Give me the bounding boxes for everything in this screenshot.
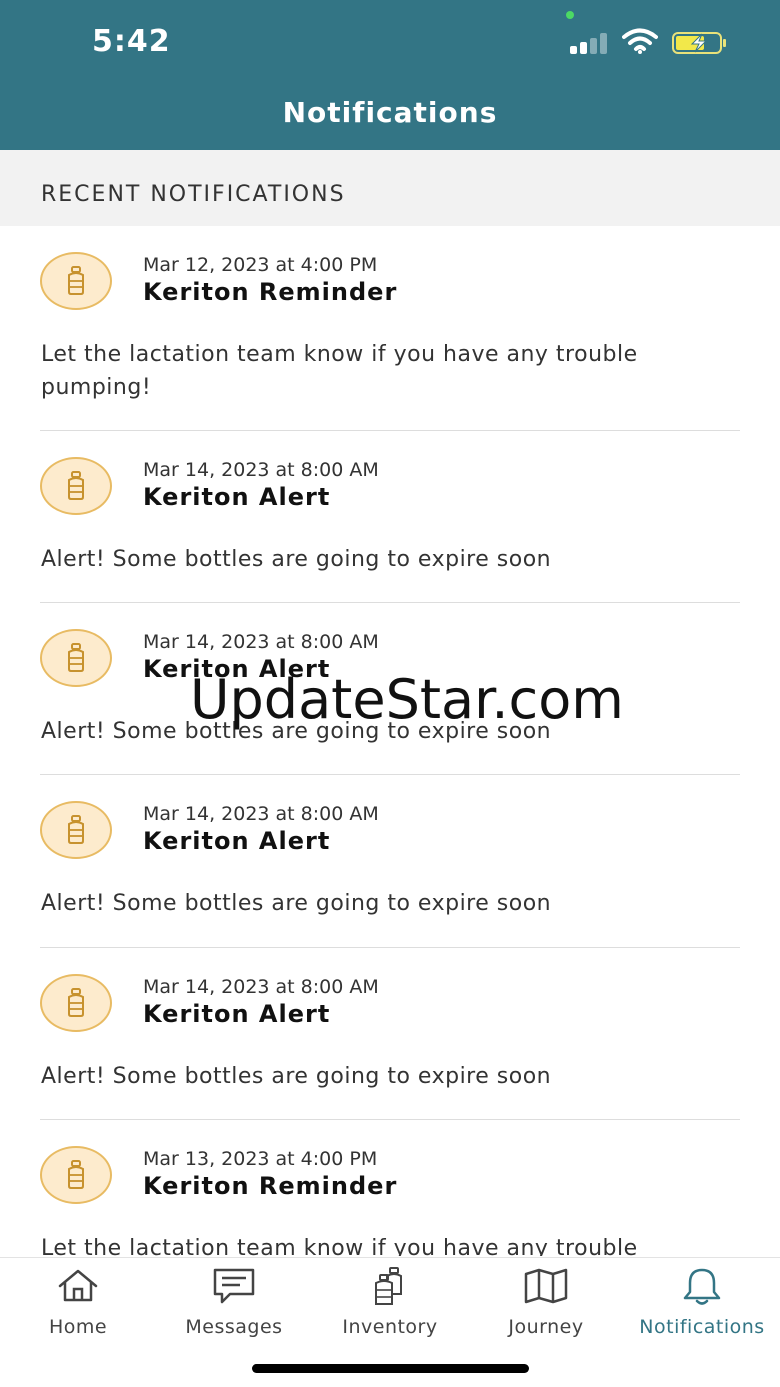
tab-label: Messages xyxy=(185,1316,283,1338)
notification-body: Let the lactation team know if you have … xyxy=(41,342,638,400)
notification-date: Mar 13, 2023 at 4:00 PM xyxy=(143,1148,378,1170)
page-title: Notifications xyxy=(282,96,498,129)
signal-icon xyxy=(570,32,610,54)
notification-body: Alert! Some bottles are going to expire … xyxy=(41,891,552,916)
tab-notifications[interactable]: Notifications xyxy=(624,1258,780,1354)
bell-icon xyxy=(683,1268,721,1305)
notification-title: Keriton Reminder xyxy=(143,278,398,306)
notification-title: Keriton Alert xyxy=(143,827,331,855)
tab-label: Inventory xyxy=(342,1316,438,1338)
home-indicator[interactable] xyxy=(252,1364,529,1373)
notification-item[interactable]: Mar 13, 2023 at 4:00 PM Keriton Reminder… xyxy=(0,1120,780,1256)
map-icon xyxy=(524,1268,568,1304)
notification-title: Keriton Alert xyxy=(143,483,331,511)
tab-messages[interactable]: Messages xyxy=(156,1258,312,1354)
privacy-indicator-dot xyxy=(566,11,574,19)
bottle-icon xyxy=(40,629,112,687)
bottle-icon xyxy=(40,974,112,1032)
tab-label: Notifications xyxy=(639,1316,765,1338)
tab-label: Home xyxy=(48,1316,108,1338)
tab-inventory[interactable]: Inventory xyxy=(312,1258,468,1354)
notification-title: Keriton Alert xyxy=(143,1000,331,1028)
bottle-icon xyxy=(40,457,112,515)
watermark: UpdateStar.com xyxy=(190,668,624,731)
message-icon xyxy=(213,1268,255,1304)
home-icon xyxy=(58,1269,98,1302)
tab-journey[interactable]: Journey xyxy=(468,1258,624,1354)
notification-item[interactable]: Mar 14, 2023 at 8:00 AM Keriton Alert Al… xyxy=(0,948,780,1120)
tab-home[interactable]: Home xyxy=(0,1258,156,1354)
notification-title: Keriton Reminder xyxy=(143,1172,398,1200)
notification-date: Mar 14, 2023 at 8:00 AM xyxy=(143,803,379,825)
notification-date: Mar 12, 2023 at 4:00 PM xyxy=(143,254,378,276)
notification-list[interactable]: Mar 12, 2023 at 4:00 PM Keriton Reminder… xyxy=(0,226,780,1256)
status-time: 5:42 xyxy=(92,24,171,59)
notification-item[interactable]: Mar 14, 2023 at 8:00 AM Keriton Alert Al… xyxy=(0,431,780,603)
notification-date: Mar 14, 2023 at 8:00 AM xyxy=(143,976,379,998)
notification-date: Mar 14, 2023 at 8:00 AM xyxy=(143,459,379,481)
notification-item[interactable]: Mar 14, 2023 at 8:00 AM Keriton Alert Al… xyxy=(0,775,780,948)
bottle-icon xyxy=(40,1146,112,1204)
bottles-icon xyxy=(375,1267,402,1305)
section-title: RECENT NOTIFICATIONS xyxy=(41,182,346,207)
battery-charging-icon xyxy=(672,32,726,54)
wifi-icon xyxy=(622,28,658,54)
notification-body: Alert! Some bottles are going to expire … xyxy=(41,1064,552,1089)
notification-date: Mar 14, 2023 at 8:00 AM xyxy=(143,631,379,653)
bottle-icon xyxy=(40,801,112,859)
app-header: 5:42 Notifications xyxy=(0,0,780,150)
notification-body: Alert! Some bottles are going to expire … xyxy=(41,547,552,572)
bottle-icon xyxy=(40,252,112,310)
tab-label: Journey xyxy=(508,1316,584,1338)
notification-body: Let the lactation team know if you have … xyxy=(41,1236,638,1256)
notification-item[interactable]: Mar 12, 2023 at 4:00 PM Keriton Reminder… xyxy=(0,226,780,431)
